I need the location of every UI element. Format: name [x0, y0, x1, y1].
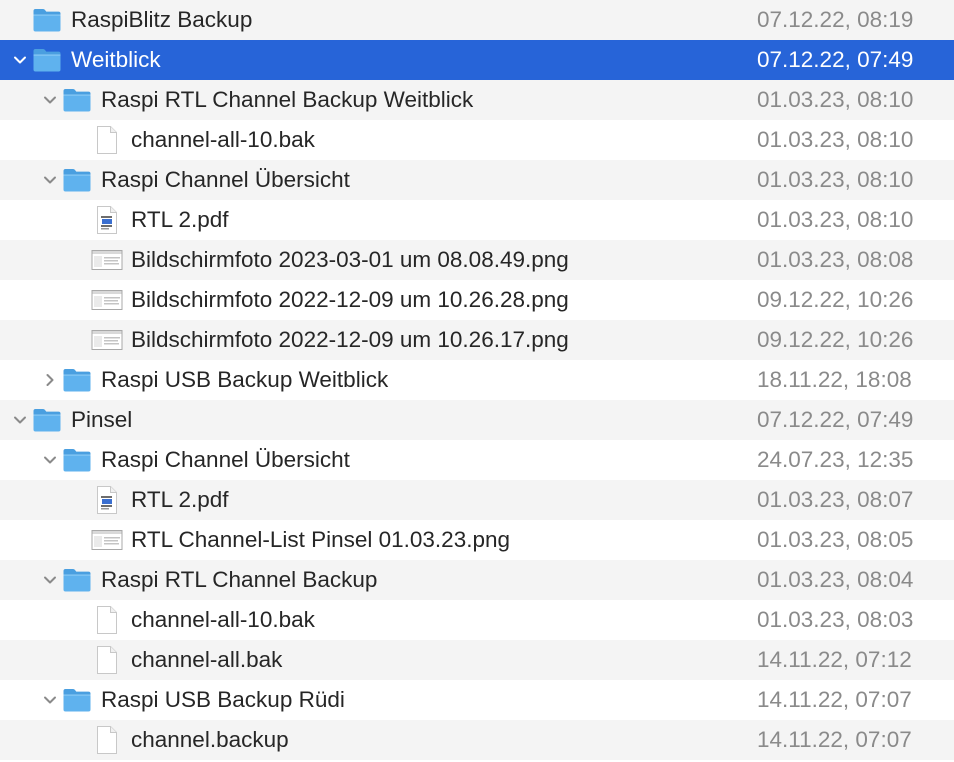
date-modified: 09.12.22, 10:26: [757, 327, 914, 352]
image-file-icon: [91, 280, 123, 320]
file-row[interactable]: channel-all.bak 14.11.22, 07:12: [0, 640, 954, 680]
pdf-file-icon: [91, 200, 123, 240]
folder-icon: [31, 400, 63, 440]
disclosure-placeholder: [69, 120, 91, 160]
date-modified: 01.03.23, 08:07: [757, 487, 914, 512]
date-modified: 01.03.23, 08:10: [757, 127, 914, 152]
image-file-icon: [91, 520, 123, 560]
chevron-down-icon[interactable]: [9, 400, 31, 440]
disclosure-placeholder: [69, 280, 91, 320]
folder-icon: [61, 680, 93, 720]
date-modified: 01.03.23, 08:05: [757, 527, 914, 552]
folder-icon: [31, 0, 63, 40]
disclosure-placeholder: [69, 320, 91, 360]
date-modified: 01.03.23, 08:10: [757, 207, 914, 232]
date-modified: 07.12.22, 07:49: [757, 47, 914, 72]
file-row[interactable]: RTL Channel-List Pinsel 01.03.23.png 01.0…: [0, 520, 954, 560]
chevron-down-icon[interactable]: [39, 440, 61, 480]
folder-row[interactable]: Raspi Channel Übersicht 01.03.23, 08:10: [0, 160, 954, 200]
chevron-down-icon[interactable]: [39, 80, 61, 120]
date-modified: 07.12.22, 07:49: [757, 407, 914, 432]
folder-row[interactable]: Weitblick 07.12.22, 07:49: [0, 40, 954, 80]
folder-row[interactable]: RaspiBlitz Backup 07.12.22, 08:19: [0, 0, 954, 40]
folder-icon: [61, 360, 93, 400]
file-row[interactable]: RTL 2.pdf 01.03.23, 08:07: [0, 480, 954, 520]
chevron-down-icon[interactable]: [39, 560, 61, 600]
date-modified: 01.03.23, 08:10: [757, 87, 914, 112]
folder-icon: [61, 80, 93, 120]
folder-icon: [61, 160, 93, 200]
file-row[interactable]: channel.backup 14.11.22, 07:07: [0, 720, 954, 760]
pdf-file-icon: [91, 480, 123, 520]
folder-row[interactable]: Raspi USB Backup Rüdi 14.11.22, 07:07: [0, 680, 954, 720]
document-file-icon: [91, 720, 123, 760]
file-row[interactable]: Bildschirmfoto 2022-12-09 um 10.26.28.pn…: [0, 280, 954, 320]
date-modified: 14.11.22, 07:12: [757, 647, 912, 672]
date-modified: 01.03.23, 08:03: [757, 607, 914, 632]
document-file-icon: [91, 640, 123, 680]
folder-row[interactable]: Raspi Channel Übersicht 24.07.23, 12:35: [0, 440, 954, 480]
file-row[interactable]: channel-all-10.bak 01.03.23, 08:03: [0, 600, 954, 640]
folder-row[interactable]: Raspi RTL Channel Backup Weitblick 01.03.…: [0, 80, 954, 120]
file-row[interactable]: Bildschirmfoto 2022-12-09 um 10.26.17.pn…: [0, 320, 954, 360]
disclosure-placeholder: [69, 720, 91, 760]
folder-row[interactable]: Pinsel 07.12.22, 07:49: [0, 400, 954, 440]
file-row[interactable]: Bildschirmfoto 2023-03-01 um 08.08.49.pn…: [0, 240, 954, 280]
document-file-icon: [91, 600, 123, 640]
disclosure-placeholder: [69, 640, 91, 680]
disclosure-placeholder: [9, 0, 31, 40]
folder-row[interactable]: Raspi RTL Channel Backup 01.03.23, 08:04: [0, 560, 954, 600]
folder-icon: [31, 40, 63, 80]
date-modified: 09.12.22, 10:26: [757, 287, 914, 312]
chevron-down-icon[interactable]: [39, 160, 61, 200]
disclosure-placeholder: [69, 480, 91, 520]
disclosure-placeholder: [69, 520, 91, 560]
date-modified: 01.03.23, 08:08: [757, 247, 914, 272]
chevron-down-icon[interactable]: [39, 680, 61, 720]
chevron-down-icon[interactable]: [9, 40, 31, 80]
disclosure-placeholder: [69, 240, 91, 280]
date-modified: 24.07.23, 12:35: [757, 447, 914, 472]
disclosure-placeholder: [69, 200, 91, 240]
folder-icon: [61, 440, 93, 480]
image-file-icon: [91, 240, 123, 280]
date-modified: 18.11.22, 18:08: [757, 367, 912, 392]
date-modified: 14.11.22, 07:07: [757, 687, 912, 712]
date-modified: 01.03.23, 08:10: [757, 167, 914, 192]
folder-icon: [61, 560, 93, 600]
image-file-icon: [91, 320, 123, 360]
date-modified: 14.11.22, 07:07: [757, 727, 912, 752]
file-row[interactable]: channel-all-10.bak 01.03.23, 08:10: [0, 120, 954, 160]
date-modified: 01.03.23, 08:04: [757, 567, 914, 592]
disclosure-placeholder: [69, 600, 91, 640]
chevron-right-icon[interactable]: [39, 360, 61, 400]
date-modified: 07.12.22, 08:19: [757, 7, 914, 32]
folder-row[interactable]: Raspi USB Backup Weitblick 18.11.22, 18:0…: [0, 360, 954, 400]
file-row[interactable]: RTL 2.pdf 01.03.23, 08:10: [0, 200, 954, 240]
file-list: RaspiBlitz Backup 07.12.22, 08:19 Weitblic…: [0, 0, 954, 760]
document-file-icon: [91, 120, 123, 160]
